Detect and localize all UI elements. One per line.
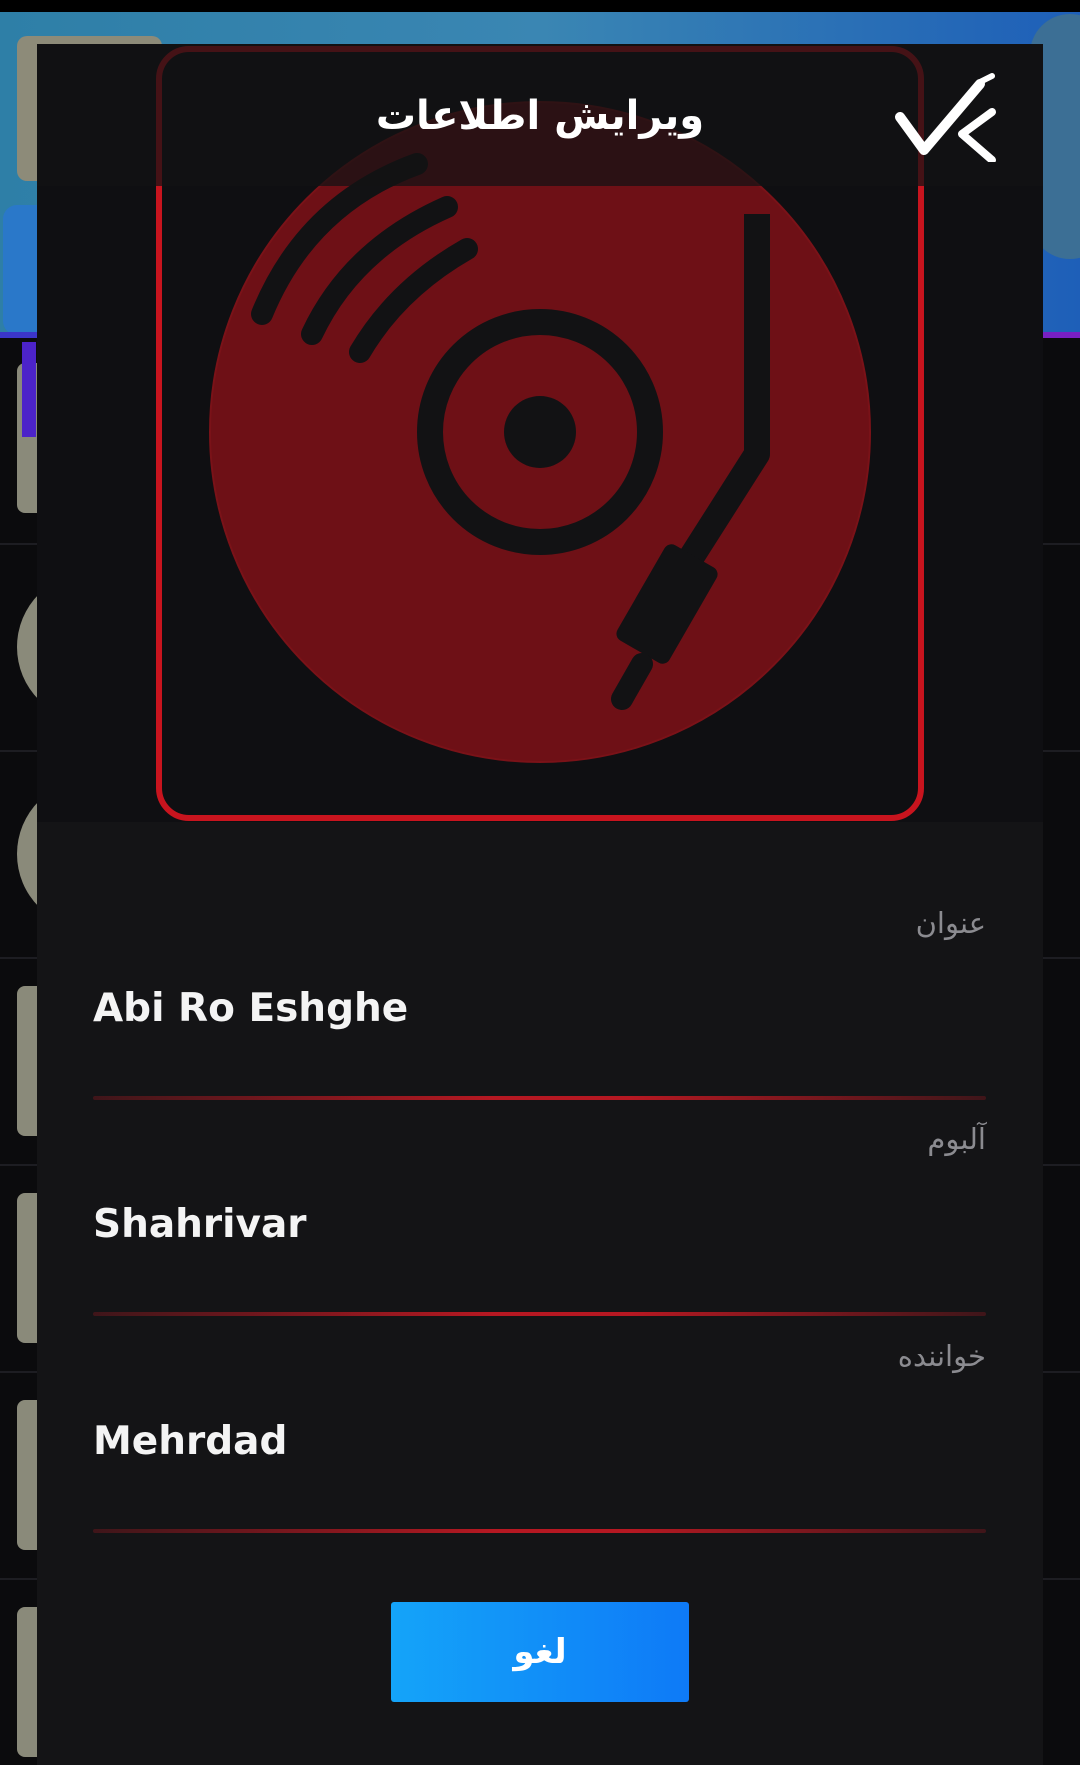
title-input[interactable]: Abi Ro Eshghe [93,986,408,1031]
cancel-button[interactable]: لغو [391,1602,689,1702]
field-label: آلبوم [927,1122,986,1156]
album-field[interactable]: آلبوم Shahrivar [93,1122,986,1322]
screen: ویرایش اطلاعات عنوان Abi Ro Eshghe آلبوم… [0,0,1080,1765]
dialog-header: ویرایش اطلاعات [37,44,1043,186]
artist-input[interactable]: Mehrdad [93,1419,287,1464]
background-indicator [22,342,36,437]
status-bar [0,0,1080,12]
edit-info-dialog: ویرایش اطلاعات عنوان Abi Ro Eshghe آلبوم… [37,44,1043,1765]
field-underline [93,1312,986,1316]
field-underline [93,1529,986,1533]
dialog-title: ویرایش اطلاعات [375,93,705,139]
cover-art[interactable]: ویرایش اطلاعات [37,44,1043,822]
title-field[interactable]: عنوان Abi Ro Eshghe [93,906,986,1106]
album-input[interactable]: Shahrivar [93,1202,307,1247]
confirm-button[interactable] [892,72,1007,164]
field-underline [93,1096,986,1100]
check-icon [895,73,996,164]
artist-field[interactable]: خواننده Mehrdad [93,1339,986,1539]
field-label: خواننده [897,1339,986,1373]
field-label: عنوان [915,906,986,940]
